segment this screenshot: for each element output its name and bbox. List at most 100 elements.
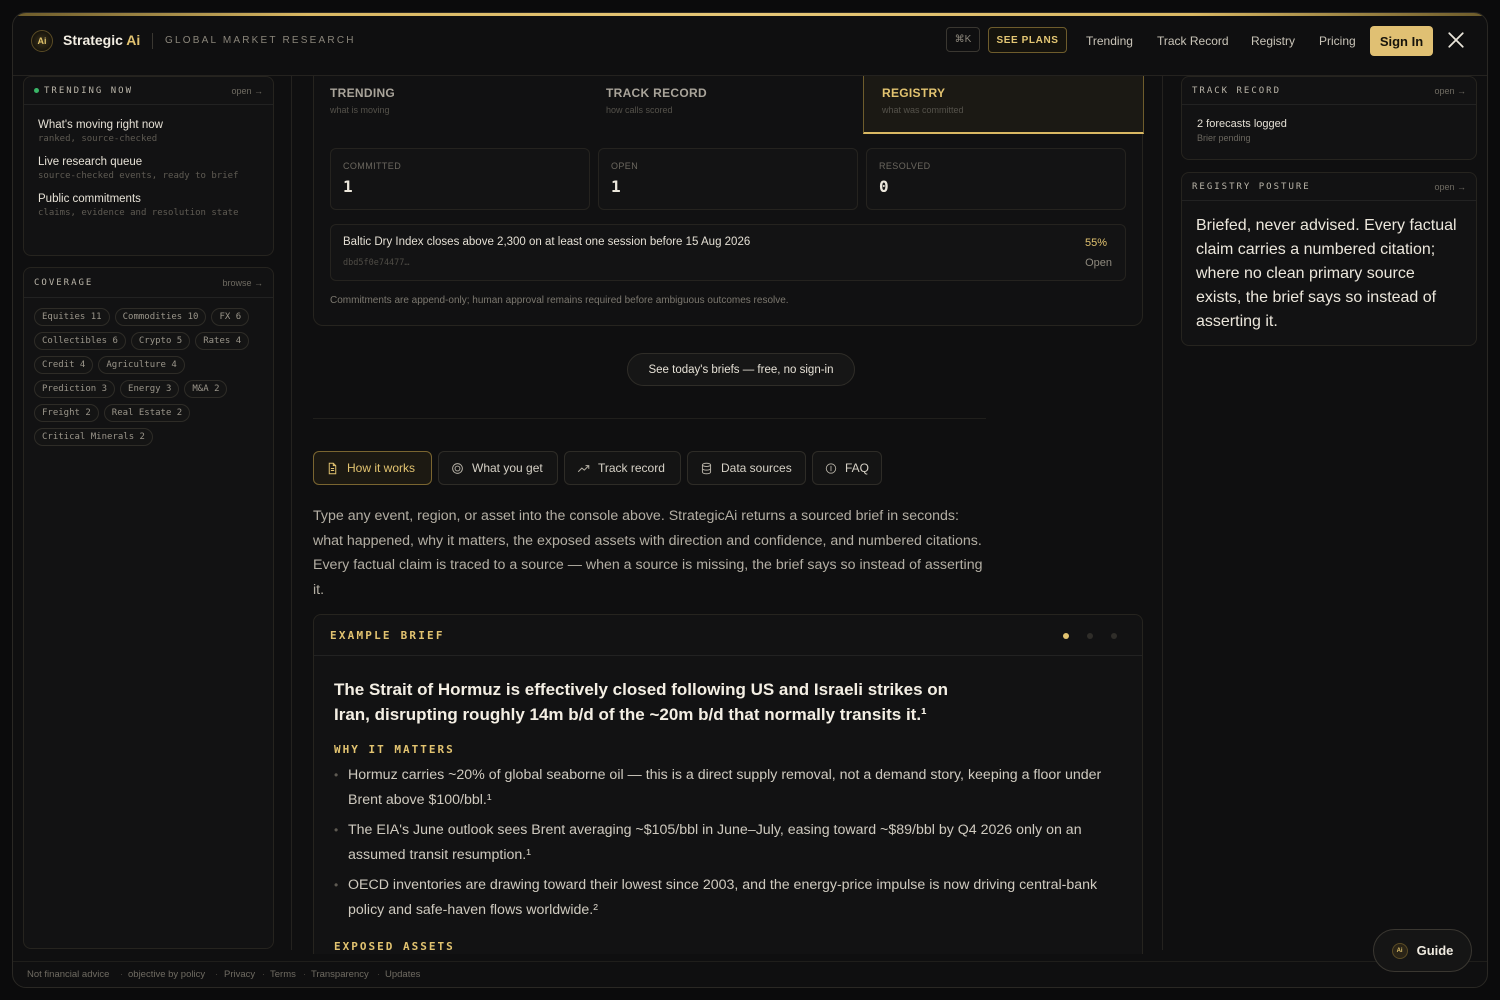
footer-privacy-link[interactable]: Privacy (224, 969, 255, 980)
tab-how-it-works[interactable]: How it works (313, 451, 432, 485)
guide-button[interactable]: Ai Guide (1373, 929, 1472, 972)
pill-label: Track record (598, 461, 665, 475)
target-icon (452, 462, 463, 474)
coverage-chip[interactable]: Prediction 3 (34, 380, 116, 398)
example-brief-header: EXAMPLE BRIEF (314, 615, 1142, 656)
track-record-open-link[interactable]: open → (1434, 86, 1466, 96)
coverage-chip[interactable]: Critical Minerals 2 (34, 428, 153, 446)
coverage-chip[interactable]: Agriculture 4 (98, 356, 185, 374)
carousel-dot[interactable] (1111, 633, 1117, 639)
brand-name[interactable]: Strategic Ai (63, 32, 140, 48)
coverage-chip[interactable]: Crypto 5 (130, 332, 191, 350)
coverage-chips: Equities 11 Commodities 10 FX 6 Collectible… (24, 298, 273, 454)
footer-terms-link[interactable]: Terms (270, 969, 296, 980)
nav-registry[interactable]: Registry (1251, 34, 1295, 48)
logo-icon[interactable]: Ai (31, 30, 53, 52)
tab-label: TRACK RECORD (606, 86, 707, 100)
commitment-probability: 55% (1084, 237, 1107, 249)
coverage-chip[interactable]: Commodities 10 (114, 308, 207, 326)
see-briefs-button[interactable]: See today's briefs — free, no sign-in (627, 353, 855, 386)
trending-item-sub: source-checked events, ready to brief (38, 171, 239, 181)
left-sidebar: TRENDING NOW open → What's moving right … (23, 76, 274, 949)
coverage-title: COVERAGE (34, 277, 94, 288)
tab-label: REGISTRY (882, 86, 946, 100)
footer-policy: objective by policy (128, 969, 206, 980)
registry-note: Commitments are append-only; human appro… (330, 295, 789, 306)
trending-item-sub: claims, evidence and resolution state (38, 208, 239, 218)
coverage-chip[interactable]: Rates 4 (195, 332, 250, 350)
coverage-chip[interactable]: Energy 3 (120, 380, 180, 398)
pill-label: How it works (347, 461, 416, 475)
commitment-row[interactable]: Baltic Dry Index closes above 2,300 on a… (330, 224, 1126, 281)
guide-logo-icon: Ai (1391, 942, 1408, 959)
right-sidebar: TRACK RECORD open → 2 forecasts logged B… (1181, 76, 1477, 346)
why-it-matters-title: WHY IT MATTERS (334, 743, 455, 756)
trending-item[interactable]: What's moving right now ranked, source-c… (24, 113, 273, 144)
tab-what-you-get[interactable]: What you get (438, 451, 558, 485)
command-palette-button[interactable]: ⌘K (946, 27, 980, 52)
example-brief-title: EXAMPLE BRIEF (330, 629, 445, 642)
trending-item-sub: ranked, source-checked (38, 134, 158, 144)
pill-label: FAQ (844, 461, 869, 475)
trend-up-icon (577, 464, 590, 472)
trending-card-header: TRENDING NOW open → (24, 77, 273, 105)
brief-bullet: The EIA's June outlook sees Brent averag… (334, 818, 1124, 867)
trending-item-title: What's moving right now (38, 119, 163, 131)
coverage-chip[interactable]: Freight 2 (34, 404, 99, 422)
nav-trending[interactable]: Trending (1086, 34, 1133, 48)
footer: Not financial advice · objective by poli… (13, 961, 1487, 987)
registry-posture-text: Briefed, never advised. Every factual cl… (1196, 217, 1457, 330)
nav-track-record[interactable]: Track Record (1157, 34, 1229, 48)
registry-posture-title: REGISTRY POSTURE (1192, 181, 1311, 192)
coverage-chip[interactable]: Real Estate 2 (103, 404, 191, 422)
coverage-chip[interactable]: M&A 2 (184, 380, 228, 398)
stat-committed: COMMITTED 1 (330, 148, 590, 210)
top-header: Ai Strategic Ai GLOBAL MARKET RESEARCH ⌘… (13, 16, 1487, 76)
coverage-chip[interactable]: Collectibles 6 (34, 332, 126, 350)
example-brief-card: EXAMPLE BRIEF The Strait of Hormuz is ef… (313, 614, 1143, 954)
sign-in-button[interactable]: Sign In (1370, 26, 1433, 56)
carousel-dot[interactable] (1063, 633, 1069, 639)
brand-word: Strategic (63, 32, 123, 48)
x-logo-icon[interactable] (1447, 31, 1465, 49)
tab-track-record[interactable]: TRACK RECORD how calls scored (590, 76, 863, 134)
stat-label: OPEN (611, 161, 639, 171)
coverage-chip[interactable]: FX 6 (211, 308, 250, 326)
tab-track-record-info[interactable]: Track record (564, 451, 681, 485)
coverage-browse-link[interactable]: browse → (222, 278, 263, 288)
commitment-hash: dbd5f0e74477… (343, 258, 410, 268)
section-divider (313, 418, 986, 419)
trending-item[interactable]: Live research queue source-checked event… (24, 144, 273, 181)
tab-trending[interactable]: TRENDING what is moving (314, 76, 590, 134)
trending-item-title: Public commitments (38, 193, 141, 205)
trending-open-link[interactable]: open → (231, 86, 263, 96)
footer-transparency-link[interactable]: Transparency (311, 969, 369, 980)
carousel-dot[interactable] (1087, 633, 1093, 639)
brief-headline: The Strait of Hormuz is effectively clos… (334, 680, 949, 724)
document-icon (328, 462, 337, 474)
track-record-card-title: TRACK RECORD (1192, 85, 1282, 96)
tab-data-sources[interactable]: Data sources (687, 451, 806, 485)
trending-item[interactable]: Public commitments claims, evidence and … (24, 181, 273, 218)
see-plans-button[interactable]: SEE PLANS (988, 27, 1067, 53)
stat-open: OPEN 1 (598, 148, 858, 210)
stat-value: 1 (343, 177, 353, 196)
footer-updates-link[interactable]: Updates (385, 969, 420, 980)
tab-sub: what was committed (882, 105, 964, 115)
tab-label: TRENDING (330, 86, 396, 100)
footer-disclaimer: Not financial advice (27, 969, 110, 980)
tab-sub: what is moving (330, 105, 390, 115)
tab-registry[interactable]: REGISTRY what was committed (863, 76, 1144, 134)
coverage-card: COVERAGE browse → Equities 11 Commodities… (23, 267, 274, 949)
coverage-chip[interactable]: Equities 11 (34, 308, 110, 326)
registry-posture-open-link[interactable]: open → (1434, 182, 1466, 192)
registry-panel: TRENDING what is moving TRACK RECORD how… (313, 76, 1144, 326)
coverage-chip[interactable]: Credit 4 (34, 356, 94, 374)
footer-separator: · (262, 969, 266, 980)
pill-label: Data sources (721, 461, 792, 475)
guide-label: Guide (1416, 943, 1454, 958)
nav-pricing[interactable]: Pricing (1319, 34, 1356, 48)
footer-separator: · (120, 969, 124, 980)
tab-faq[interactable]: FAQ (812, 451, 882, 485)
brief-bullet: OECD inventories are drawing toward thei… (334, 873, 1124, 922)
